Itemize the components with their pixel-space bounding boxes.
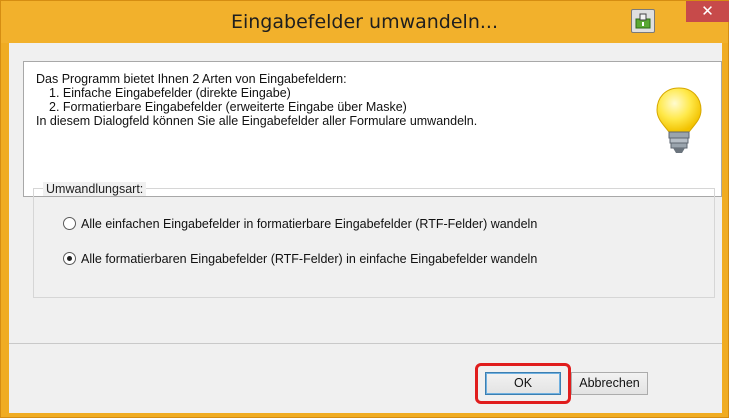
window-pin-button[interactable] bbox=[631, 9, 655, 33]
window-pin-icon bbox=[635, 13, 651, 29]
ok-button[interactable]: OK bbox=[485, 372, 561, 395]
title-bar[interactable]: Eingabefelder umwandeln... ✕ bbox=[1, 1, 729, 43]
info-panel: Das Programm bietet Ihnen 2 Arten von Ei… bbox=[23, 61, 722, 197]
dialog-window: Eingabefelder umwandeln... ✕ Das Program… bbox=[0, 0, 729, 418]
radio-dot bbox=[67, 256, 72, 261]
info-line-2: 1. Einfache Eingabefelder (direkte Einga… bbox=[49, 86, 291, 100]
close-button[interactable]: ✕ bbox=[686, 1, 729, 22]
group-label: Umwandlungsart: bbox=[43, 182, 147, 196]
cancel-button[interactable]: Abbrechen bbox=[571, 372, 648, 395]
info-line-3: 2. Formatierbare Eingabefelder (erweiter… bbox=[49, 100, 407, 114]
radio-button-unselected[interactable] bbox=[63, 217, 76, 230]
info-text: Das Programm bietet Ihnen 2 Arten von Ei… bbox=[36, 72, 477, 128]
radio-label-to-rtf[interactable]: Alle einfachen Eingabefelder in formatie… bbox=[81, 217, 537, 231]
lightbulb-icon bbox=[656, 87, 702, 153]
close-icon: ✕ bbox=[701, 2, 714, 20]
conversion-type-group: Umwandlungsart: Alle einfachen Eingabefe… bbox=[33, 182, 715, 298]
window-title: Eingabefelder umwandeln... bbox=[230, 11, 498, 33]
info-line-1: Das Programm bietet Ihnen 2 Arten von Ei… bbox=[36, 72, 347, 86]
radio-button-selected[interactable] bbox=[63, 252, 76, 265]
info-line-4: In diesem Dialogfeld können Sie alle Ein… bbox=[36, 114, 478, 128]
radio-label-to-simple[interactable]: Alle formatierbaren Eingabefelder (RTF-F… bbox=[81, 252, 537, 266]
footer-separator bbox=[9, 343, 722, 344]
dialog-client-area: Das Programm bietet Ihnen 2 Arten von Ei… bbox=[9, 43, 722, 413]
